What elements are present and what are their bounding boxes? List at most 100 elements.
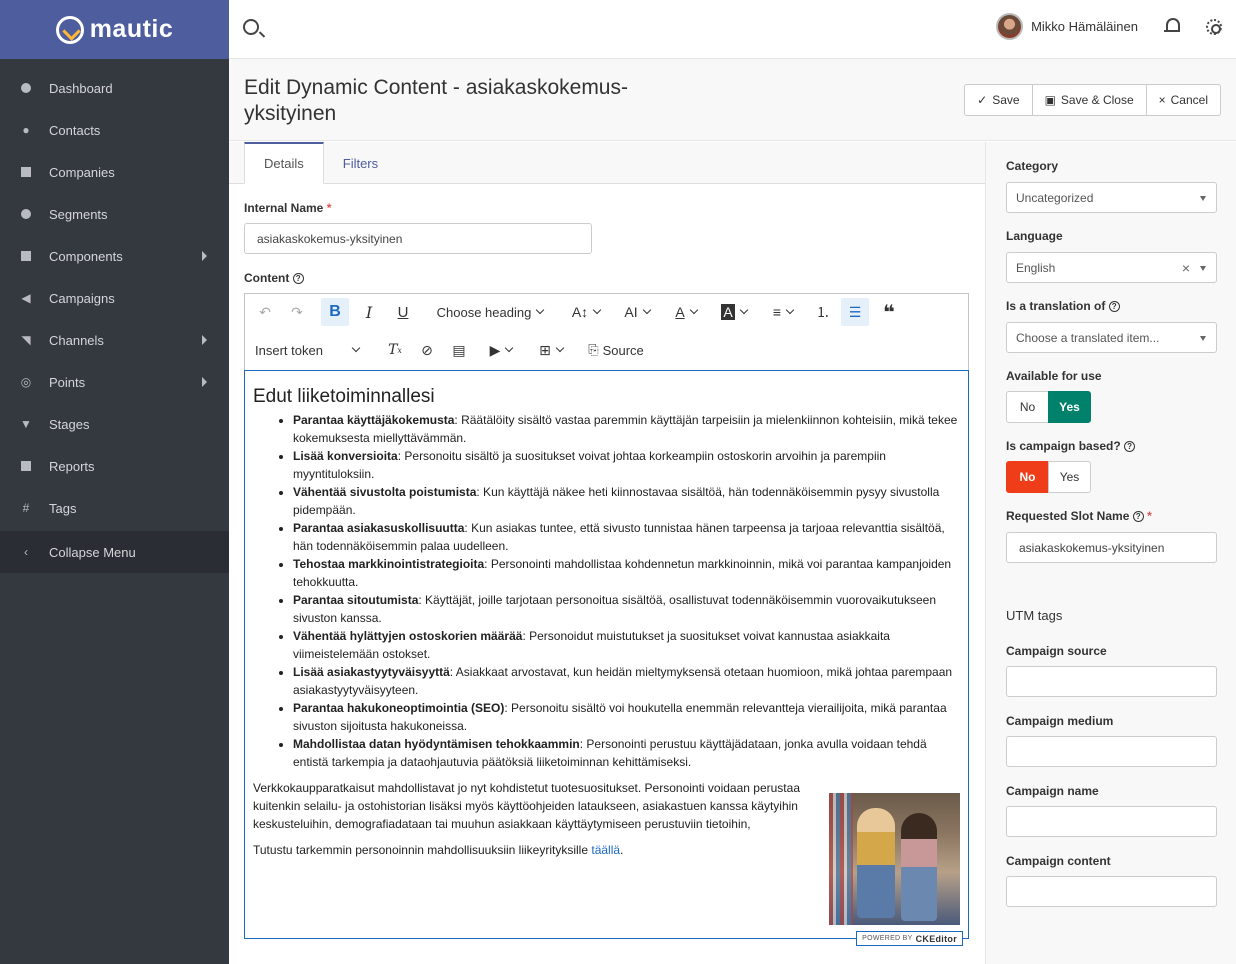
numbered-list-icon[interactable]: ⒈ [811,298,835,326]
undo-icon[interactable]: ↶ [253,298,277,326]
campaign-content-input[interactable] [1006,876,1217,907]
source-button[interactable]: ⎘ Source [581,336,651,364]
top-bar: Mikko Hämäläinen [229,0,1236,59]
align-icon[interactable]: ≡ [763,298,803,326]
content-label: Content ? [244,271,304,285]
heading-dropdown[interactable]: Choose heading [425,298,555,326]
bell-icon[interactable] [1164,18,1180,35]
list-item: Vähentää sivustolta poistumista: Kun käy… [293,483,960,519]
sidebar-item-channels[interactable]: ◥ Channels [0,319,229,361]
sidebar-item-stages[interactable]: ▼ Stages [0,403,229,445]
sidebar-item-reports[interactable]: Reports [0,445,229,487]
sidebar-item-companies[interactable]: Companies [0,151,229,193]
blockquote-icon[interactable]: ❝ [877,298,901,326]
save-close-button[interactable]: ▣ Save & Close [1031,84,1147,116]
chevron-down-icon [1200,266,1206,271]
heading-label: Choose heading [436,304,532,320]
campaign-name-input[interactable] [1006,806,1217,837]
help-icon[interactable]: ? [1132,511,1144,523]
sidebar-item-label: Points [49,374,86,390]
campaign-source-input[interactable] [1006,666,1217,697]
cancel-button[interactable]: × Cancel [1145,84,1221,116]
list-item-title: Lisää asiakastyytyväisyyttä [293,665,450,679]
insert-token-label: Insert token [255,342,323,358]
footer-link[interactable]: täällä [591,843,620,857]
italic-icon[interactable]: I [357,298,381,326]
ckeditor-text: CKEditor [915,933,957,944]
insert-token-dropdown[interactable]: Insert token [255,336,367,364]
campaign-medium-input[interactable] [1006,736,1217,767]
available-no-button[interactable]: No [1006,391,1049,423]
sidebar-item-segments[interactable]: Segments [0,193,229,235]
available-yes-button[interactable]: Yes [1048,391,1091,423]
translation-placeholder: Choose a translated item... [1016,330,1160,345]
campaign-no-button[interactable]: No [1006,461,1049,493]
sidebar-item-label: Stages [49,416,90,432]
search-icon[interactable] [243,19,259,35]
sidebar-item-campaigns[interactable]: ◀ Campaigns [0,277,229,319]
sidebar-item-tags[interactable]: # Tags [0,487,229,529]
logo[interactable]: mautic [0,0,229,59]
sidebar-item-label: Companies [49,164,115,180]
editor-content[interactable]: Edut liiketoiminnallesi Parantaa käyttäj… [244,370,969,939]
ckeditor-badge[interactable]: POWERED BY CKEditor [856,931,963,946]
gear-icon[interactable] [1206,19,1222,35]
logo-text: mautic [89,15,174,43]
chevron-down-icon [1200,196,1206,201]
link-icon[interactable]: ⊘ [415,336,439,364]
clear-icon[interactable]: × [1182,260,1190,276]
required-asterisk: * [1147,509,1152,523]
save-button[interactable]: ✓ Save [964,84,1033,116]
campaign-yes-button[interactable]: Yes [1048,461,1091,493]
sidebar-item-label: Reports [49,458,95,474]
table-icon[interactable]: ⊞ [531,336,571,364]
sidebar-item-contacts[interactable]: ● Contacts [0,109,229,151]
tab-filters[interactable]: Filters [324,142,397,184]
bold-icon[interactable]: B [321,298,349,326]
sidebar-item-points[interactable]: ◎ Points [0,361,229,403]
tab-details[interactable]: Details [244,142,324,184]
sidebar-item-components[interactable]: Components [0,235,229,277]
page-title: Edit Dynamic Content - asiakaskokemus-yk… [244,76,628,125]
sidebar-item-label: Dashboard [49,80,113,96]
help-icon[interactable]: ? [1124,441,1136,453]
media-embed-icon[interactable]: ▶ [481,336,521,364]
internal-name-input[interactable]: asiakaskokemus-yksityinen [244,223,592,254]
language-select[interactable]: English × [1006,252,1217,283]
insert-image-icon[interactable]: ▤ [447,336,471,364]
save-label: Save [992,93,1020,107]
help-icon[interactable]: ? [292,273,304,285]
required-asterisk: * [326,201,332,215]
collapse-menu-button[interactable]: ‹ Collapse Menu [0,531,229,573]
content-paragraph: Verkkokaupparatkaisut mahdollistavat jo … [253,781,800,831]
floppy-icon: ▣ [1044,93,1056,107]
list-item-title: Parantaa sitoutumista [293,593,419,607]
user-menu[interactable]: Mikko Hämäläinen [996,13,1138,40]
sidebar: mautic Dashboard ● Contacts Companies Seg… [0,0,229,964]
list-item-title: Parantaa asiakasuskollisuutta [293,521,465,535]
help-icon[interactable]: ? [1108,301,1120,313]
puzzle-icon [20,250,32,262]
remove-format-icon[interactable]: Tx [383,336,407,364]
cancel-label: Cancel [1170,93,1208,107]
mautic-logo-icon [55,15,84,44]
translation-select[interactable]: Choose a translated item... [1006,322,1217,353]
powered-by-text: POWERED BY [862,935,913,942]
font-color-icon[interactable]: A [667,298,705,326]
underline-icon[interactable]: U [391,298,415,326]
caret-right-icon [202,377,207,387]
properties-panel: Category Uncategorized Language English ×… [985,142,1236,964]
sidebar-item-dashboard[interactable]: Dashboard [0,67,229,109]
background-color-icon[interactable]: A [715,298,753,326]
slot-name-input[interactable]: asiakaskokemus-yksityinen [1006,532,1217,563]
redo-icon[interactable]: ↷ [285,298,309,326]
category-select[interactable]: Uncategorized [1006,182,1217,213]
shopping-image[interactable] [829,793,960,925]
content-heading: Edut liiketoiminnallesi [253,386,435,407]
category-label: Category [1006,159,1059,173]
list-item: Parantaa käyttäjäkokemusta: Räätälöity s… [293,411,960,447]
list-item-title: Parantaa hakukoneoptimointia (SEO) [293,701,505,715]
bulleted-list-icon[interactable]: ☰ [841,298,869,326]
font-family-icon[interactable]: AI [617,298,657,326]
font-size-icon[interactable]: A↕ [567,298,605,326]
